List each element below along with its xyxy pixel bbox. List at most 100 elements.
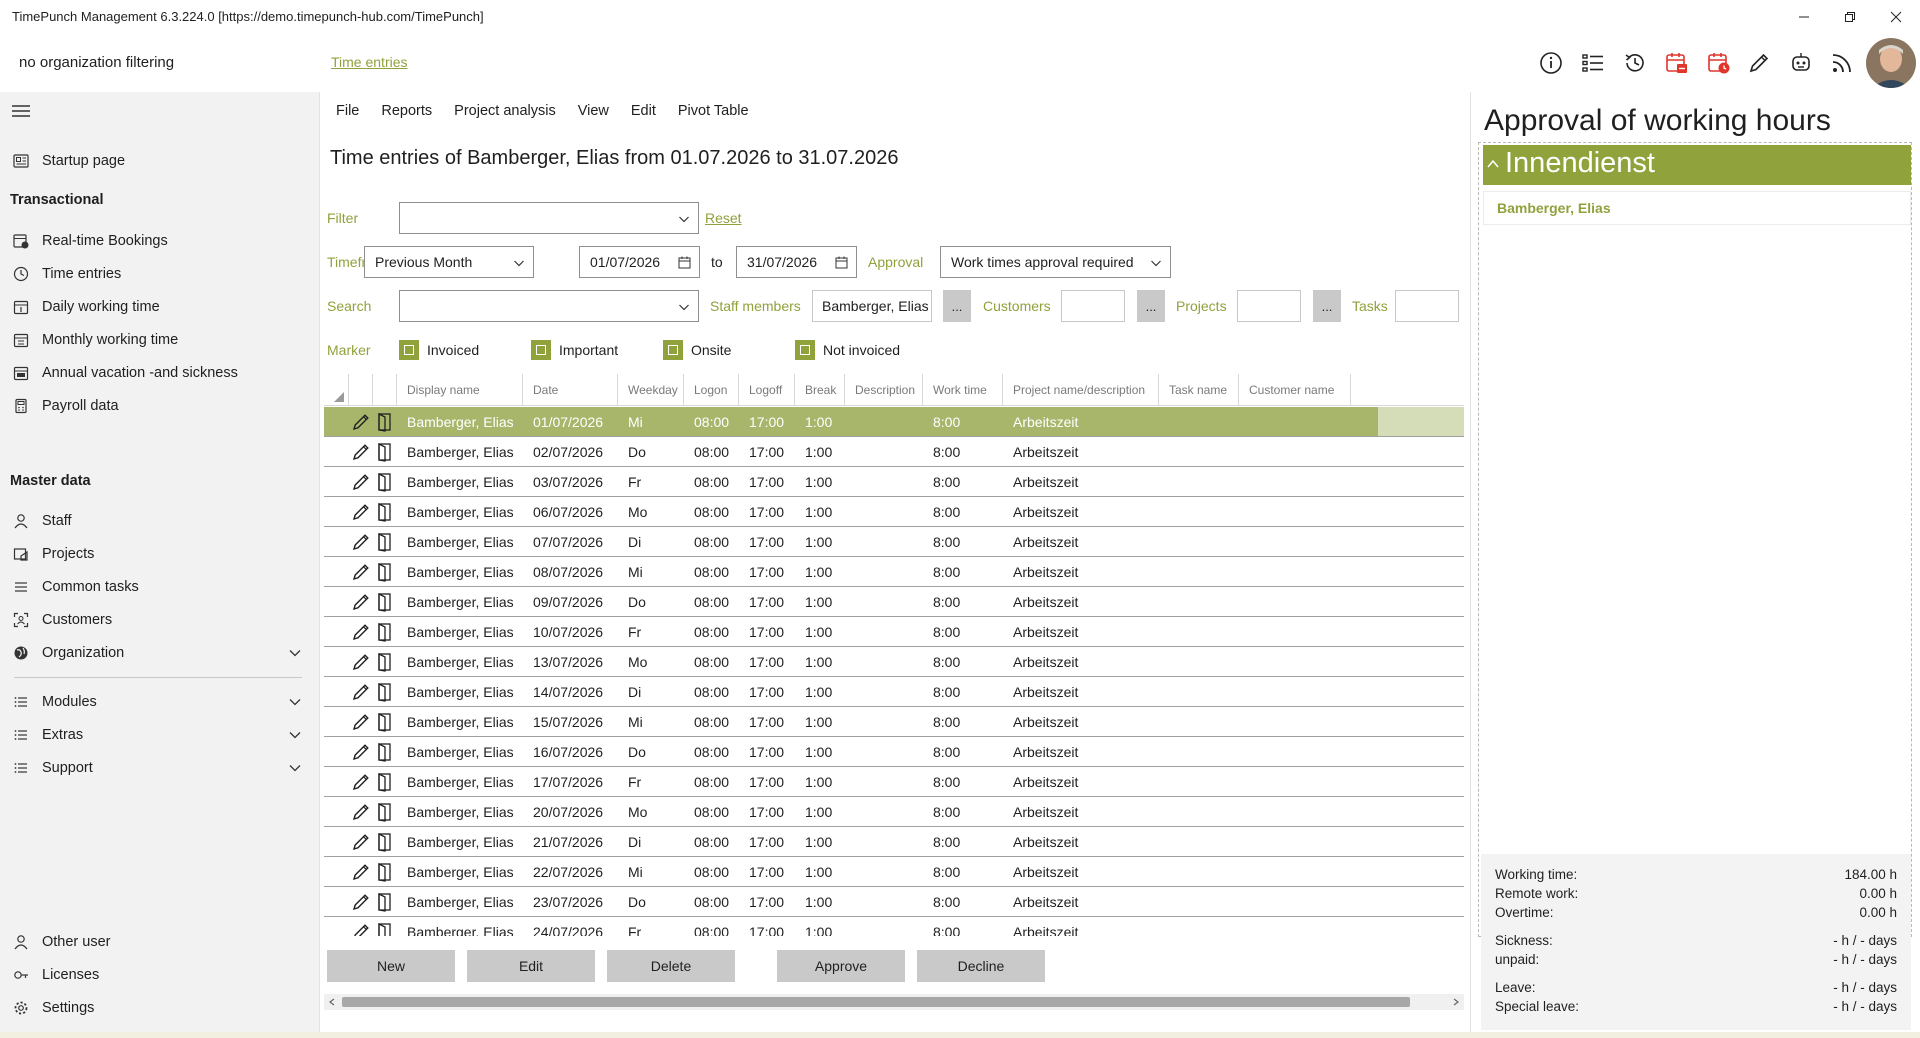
- sidebar-item-projects[interactable]: Projects: [0, 537, 320, 571]
- table-row[interactable]: Bamberger, Elias 17/07/2026 Fr 08:00 17:00 1:…: [324, 767, 1464, 797]
- user-avatar[interactable]: [1866, 38, 1916, 88]
- assistant-button[interactable]: [1786, 48, 1816, 78]
- edit-row-icon[interactable]: [351, 652, 371, 672]
- sidebar-item-support[interactable]: Support: [0, 751, 320, 785]
- column-header-date[interactable]: Date: [523, 374, 618, 406]
- hamburger-menu-icon[interactable]: [12, 104, 30, 118]
- date-from-picker[interactable]: 01/07/2026: [579, 246, 700, 278]
- open-details-icon[interactable]: [375, 652, 395, 672]
- scroll-left-icon[interactable]: [328, 998, 336, 1006]
- edit-row-icon[interactable]: [351, 442, 371, 462]
- open-details-icon[interactable]: [375, 832, 395, 852]
- open-details-icon[interactable]: [375, 712, 395, 732]
- calendar-alert-button[interactable]: [1662, 48, 1692, 78]
- customers-picker-button[interactable]: ...: [1137, 290, 1165, 322]
- menu-edit[interactable]: Edit: [631, 103, 656, 119]
- approval-group-header[interactable]: Innendienst: [1483, 145, 1911, 185]
- sidebar-item-extras[interactable]: Extras: [0, 718, 320, 752]
- table-row[interactable]: Bamberger, Elias 08/07/2026 Mi 08:00 17:00 1:…: [324, 557, 1464, 587]
- edit-row-icon[interactable]: [351, 922, 371, 936]
- table-row[interactable]: Bamberger, Elias 13/07/2026 Mo 08:00 17:00 1:…: [324, 647, 1464, 677]
- customers-field[interactable]: [1061, 290, 1125, 322]
- table-row[interactable]: Bamberger, Elias 01/07/2026 Mi 08:00 17:00 1:…: [324, 407, 1464, 437]
- tasks-field[interactable]: [1395, 290, 1459, 322]
- approval-person-item[interactable]: Bamberger, Elias: [1483, 191, 1911, 225]
- decline-button[interactable]: Decline: [917, 950, 1045, 982]
- table-row[interactable]: Bamberger, Elias 22/07/2026 Mi 08:00 17:00 1:…: [324, 857, 1464, 887]
- onsite-checkbox[interactable]: [663, 340, 683, 360]
- open-details-icon[interactable]: [375, 802, 395, 822]
- minimize-button[interactable]: [1784, 5, 1824, 29]
- date-to-picker[interactable]: 31/07/2026: [736, 246, 857, 278]
- edit-row-icon[interactable]: [351, 532, 371, 552]
- open-details-icon[interactable]: [375, 892, 395, 912]
- table-row[interactable]: Bamberger, Elias 07/07/2026 Di 08:00 17:00 1:…: [324, 527, 1464, 557]
- open-details-icon[interactable]: [375, 442, 395, 462]
- open-details-icon[interactable]: [375, 922, 395, 936]
- open-details-icon[interactable]: [375, 472, 395, 492]
- column-header-display-name[interactable]: Display name: [397, 374, 523, 406]
- open-details-icon[interactable]: [375, 562, 395, 582]
- table-row[interactable]: Bamberger, Elias 03/07/2026 Fr 08:00 17:00 1:…: [324, 467, 1464, 497]
- open-details-icon[interactable]: [375, 682, 395, 702]
- sidebar-item-payroll-data[interactable]: Payroll data: [0, 389, 320, 423]
- edit-row-icon[interactable]: [351, 742, 371, 762]
- sidebar-item-common-tasks[interactable]: Common tasks: [0, 570, 320, 604]
- column-header-logoff[interactable]: Logoff: [739, 374, 795, 406]
- sidebar-item-monthly-working-time[interactable]: Monthly working time: [0, 323, 320, 357]
- edit-row-icon[interactable]: [351, 592, 371, 612]
- task-list-button[interactable]: [1578, 48, 1608, 78]
- scroll-right-icon[interactable]: [1452, 998, 1460, 1006]
- sidebar-item-daily-working-time[interactable]: Daily working time: [0, 290, 320, 324]
- table-row[interactable]: Bamberger, Elias 24/07/2026 Fr 08:00 17:00 1:…: [324, 917, 1464, 936]
- column-header-description[interactable]: Description: [845, 374, 923, 406]
- staff-members-field[interactable]: Bamberger, Elias: [812, 290, 932, 322]
- table-row[interactable]: Bamberger, Elias 15/07/2026 Mi 08:00 17:00 1:…: [324, 707, 1464, 737]
- sidebar-item-licenses[interactable]: Licenses: [0, 958, 320, 992]
- timeframe-dropdown[interactable]: Previous Month: [364, 246, 534, 278]
- open-details-icon[interactable]: [375, 532, 395, 552]
- edit-button[interactable]: Edit: [467, 950, 595, 982]
- edit-row-icon[interactable]: [351, 892, 371, 912]
- table-row[interactable]: Bamberger, Elias 20/07/2026 Mo 08:00 17:00 1:…: [324, 797, 1464, 827]
- table-row[interactable]: Bamberger, Elias 09/07/2026 Do 08:00 17:00 1:…: [324, 587, 1464, 617]
- sidebar-item-realtime-bookings[interactable]: Real-time Bookings: [0, 224, 320, 258]
- edit-row-icon[interactable]: [351, 772, 371, 792]
- organization-filter[interactable]: no organization filtering: [19, 54, 174, 71]
- edit-row-icon[interactable]: [351, 412, 371, 432]
- edit-mode-button[interactable]: [1744, 48, 1774, 78]
- horizontal-scrollbar[interactable]: [324, 994, 1464, 1010]
- open-details-icon[interactable]: [375, 742, 395, 762]
- close-button[interactable]: [1876, 5, 1916, 29]
- filter-dropdown[interactable]: [399, 202, 699, 234]
- sidebar-item-staff[interactable]: Staff: [0, 504, 320, 538]
- edit-row-icon[interactable]: [351, 502, 371, 522]
- table-row[interactable]: Bamberger, Elias 14/07/2026 Di 08:00 17:00 1:…: [324, 677, 1464, 707]
- open-details-icon[interactable]: [375, 772, 395, 792]
- column-header-work-time[interactable]: Work time: [923, 374, 1003, 406]
- scrollbar-thumb[interactable]: [342, 997, 1410, 1007]
- sidebar-item-modules[interactable]: Modules: [0, 685, 320, 719]
- new-button[interactable]: New: [327, 950, 455, 982]
- edit-row-icon[interactable]: [351, 562, 371, 582]
- open-details-icon[interactable]: [375, 502, 395, 522]
- edit-row-icon[interactable]: [351, 682, 371, 702]
- sidebar-item-other-user[interactable]: Other user: [0, 925, 320, 959]
- projects-field[interactable]: [1237, 290, 1301, 322]
- restore-button[interactable]: [1830, 5, 1870, 29]
- menu-pivot-table[interactable]: Pivot Table: [678, 103, 749, 119]
- open-details-icon[interactable]: [375, 592, 395, 612]
- sidebar-item-customers[interactable]: Customers: [0, 603, 320, 637]
- edit-row-icon[interactable]: [351, 862, 371, 882]
- breadcrumb-time-entries[interactable]: Time entries: [331, 54, 408, 70]
- history-button[interactable]: [1620, 48, 1650, 78]
- sidebar-item-time-entries[interactable]: Time entries: [0, 257, 320, 291]
- menu-file[interactable]: File: [336, 103, 359, 119]
- column-header-break[interactable]: Break: [795, 374, 845, 406]
- column-header-customer-name[interactable]: Customer name: [1239, 374, 1351, 406]
- table-row[interactable]: Bamberger, Elias 16/07/2026 Do 08:00 17:00 1:…: [324, 737, 1464, 767]
- staff-members-picker-button[interactable]: ...: [943, 290, 971, 322]
- not-invoiced-checkbox[interactable]: [795, 340, 815, 360]
- delete-button[interactable]: Delete: [607, 950, 735, 982]
- important-checkbox[interactable]: [531, 340, 551, 360]
